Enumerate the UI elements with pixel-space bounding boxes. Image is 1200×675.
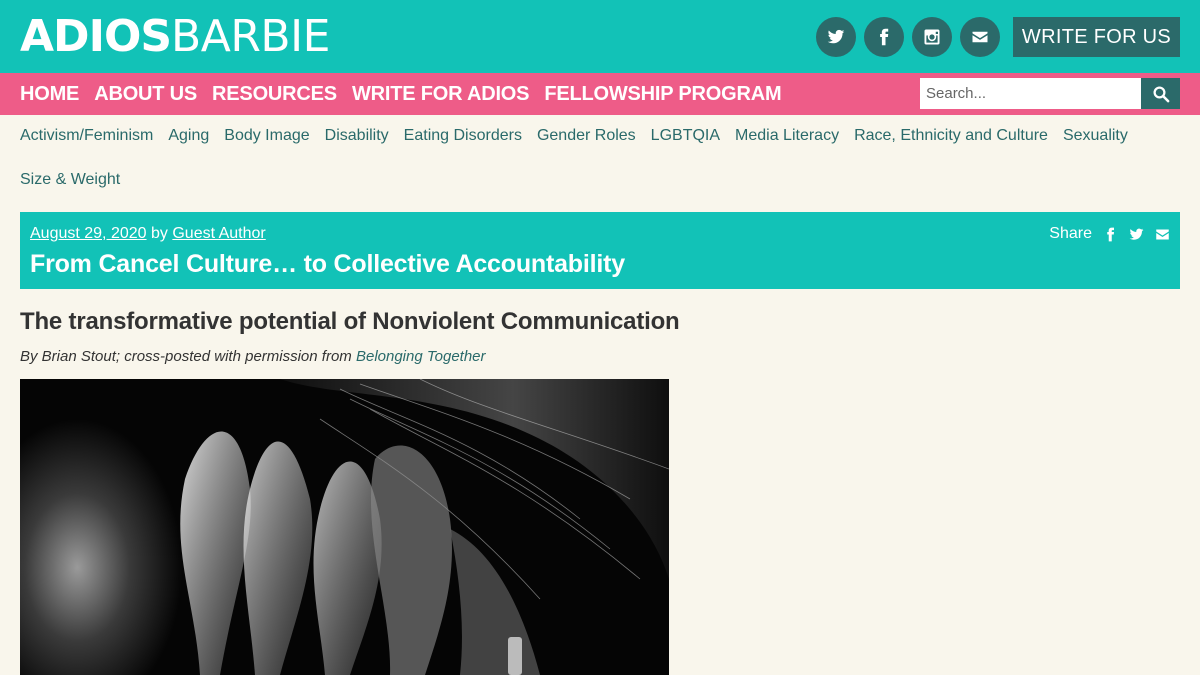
- category-size-weight[interactable]: Size & Weight: [20, 158, 120, 202]
- instagram-button[interactable]: [912, 17, 952, 57]
- nav-item-about-us[interactable]: ABOUT US: [94, 83, 197, 106]
- nav-item-home[interactable]: HOME: [20, 83, 79, 106]
- category-links: Activism/Feminism Aging Body Image Disab…: [20, 114, 1180, 202]
- category-sexuality[interactable]: Sexuality: [1063, 114, 1128, 158]
- byline-source-link[interactable]: Belonging Together: [356, 348, 486, 365]
- post-author-link[interactable]: Guest Author: [172, 225, 265, 242]
- featured-image-art: [20, 379, 669, 675]
- category-aging[interactable]: Aging: [168, 114, 209, 158]
- social-links: [816, 17, 1000, 57]
- nav-item-write-for-adios[interactable]: WRITE FOR ADIOS: [352, 83, 530, 106]
- category-gender-roles[interactable]: Gender Roles: [537, 114, 636, 158]
- category-eating-disorders[interactable]: Eating Disorders: [404, 114, 522, 158]
- post-meta: August 29, 2020 by Guest Author: [30, 225, 266, 243]
- article-header: August 29, 2020 by Guest Author Share Fr…: [20, 212, 1180, 289]
- site-logo[interactable]: ADIOS BARBIE: [20, 12, 330, 62]
- facebook-icon: [1106, 227, 1114, 241]
- byline-text: By Brian Stout; cross-posted with permis…: [20, 348, 352, 365]
- article-title: From Cancel Culture… to Collective Accou…: [30, 250, 625, 278]
- search-input[interactable]: [920, 78, 1141, 109]
- twitter-button[interactable]: [816, 17, 856, 57]
- nav-item-fellowship-program[interactable]: FELLOWSHIP PROGRAM: [544, 83, 781, 106]
- share-bar: Share: [1049, 225, 1170, 243]
- article-byline: By Brian Stout; cross-posted with permis…: [20, 348, 486, 365]
- write-for-us-button[interactable]: WRITE FOR US: [1013, 17, 1180, 57]
- post-meta-by: by: [151, 225, 168, 242]
- facebook-icon: [880, 28, 889, 46]
- search-icon: [1153, 86, 1169, 102]
- category-disability[interactable]: Disability: [325, 114, 389, 158]
- post-date-link[interactable]: August 29, 2020: [30, 225, 147, 242]
- category-activism-feminism[interactable]: Activism/Feminism: [20, 114, 153, 158]
- twitter-icon: [1129, 228, 1143, 240]
- nav-links: HOME ABOUT US RESOURCES WRITE FOR ADIOS …: [20, 73, 782, 115]
- category-lgbtqia[interactable]: LGBTQIA: [651, 114, 720, 158]
- category-media-literacy[interactable]: Media Literacy: [735, 114, 839, 158]
- email-button[interactable]: [960, 17, 1000, 57]
- logo-part-thin: BARBIE: [171, 11, 330, 62]
- category-race-ethnicity-culture[interactable]: Race, Ethnicity and Culture: [854, 114, 1048, 158]
- twitter-icon: [827, 29, 845, 44]
- article-subtitle: The transformative potential of Nonviole…: [20, 308, 680, 335]
- share-facebook[interactable]: [1102, 226, 1118, 242]
- envelope-icon: [1155, 229, 1169, 239]
- share-label: Share: [1049, 225, 1092, 242]
- facebook-button[interactable]: [864, 17, 904, 57]
- search-form: [920, 78, 1180, 109]
- share-email[interactable]: [1154, 226, 1170, 242]
- nav-item-resources[interactable]: RESOURCES: [212, 83, 337, 106]
- site-header: ADIOS BARBIE WRITE FOR US: [0, 0, 1200, 73]
- featured-image: [20, 379, 669, 675]
- search-button[interactable]: [1141, 78, 1180, 109]
- instagram-icon: [924, 29, 940, 45]
- envelope-icon: [972, 31, 988, 43]
- share-twitter[interactable]: [1128, 226, 1144, 242]
- logo-part-bold: ADIOS: [20, 11, 172, 62]
- category-body-image[interactable]: Body Image: [224, 114, 309, 158]
